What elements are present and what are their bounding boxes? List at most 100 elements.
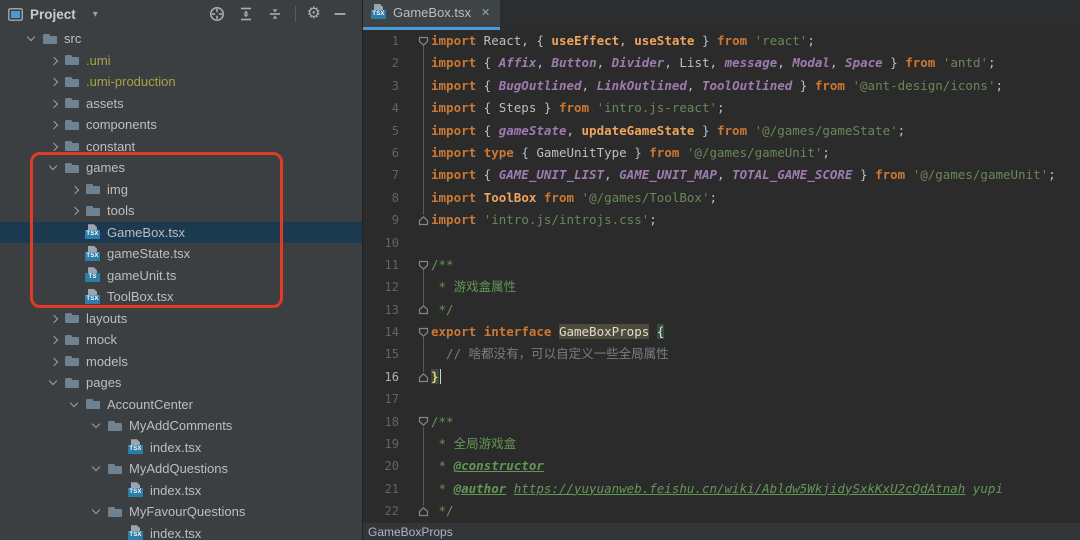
line-number[interactable]: 7 [363, 164, 399, 186]
code-line-18[interactable]: 18 /** [363, 411, 1080, 433]
fold-end-icon[interactable] [418, 372, 429, 383]
tree-row-index-tsx[interactable]: TSX index.tsx [0, 480, 362, 502]
tree-row-accountcenter[interactable]: AccountCenter [0, 394, 362, 416]
chevron-collapsed-icon[interactable] [44, 351, 64, 373]
tree-row-layouts[interactable]: layouts [0, 308, 362, 330]
line-number[interactable]: 1 [363, 30, 399, 52]
code-line-6[interactable]: 6 import type { GameUnitType } from '@/ga… [363, 142, 1080, 164]
chevron-collapsed-icon[interactable] [44, 329, 64, 351]
code-line-2[interactable]: 2 import { Affix, Button, Divider, List, … [363, 52, 1080, 74]
chevron-collapsed-icon[interactable] [44, 50, 64, 72]
tree-row-myaddcomments[interactable]: MyAddComments [0, 415, 362, 437]
line-number[interactable]: 22 [363, 500, 399, 522]
tree-row--umi-production[interactable]: .umi-production [0, 71, 362, 93]
tree-row-index-tsx[interactable]: TSX index.tsx [0, 437, 362, 459]
code-line-19[interactable]: 19 * 全局游戏盒 [363, 433, 1080, 455]
tree-row-myfavourquestions[interactable]: MyFavourQuestions [0, 501, 362, 523]
code-line-5[interactable]: 5 import { gameState, updateGameState } f… [363, 120, 1080, 142]
code-line-1[interactable]: 1 import React, { useEffect, useState } f… [363, 30, 1080, 52]
fold-start-icon[interactable] [418, 327, 429, 338]
close-tab-icon[interactable]: ✕ [481, 6, 490, 19]
tree-row-myaddquestions[interactable]: MyAddQuestions [0, 458, 362, 480]
line-number[interactable]: 10 [363, 232, 399, 254]
locate-file-icon[interactable] [208, 5, 226, 23]
code-line-4[interactable]: 4 import { Steps } from 'intro.js-react'; [363, 97, 1080, 119]
tree-row-src[interactable]: src [0, 28, 362, 50]
tree-row-mock[interactable]: mock [0, 329, 362, 351]
tree-row-gameunit-ts[interactable]: TS gameUnit.ts [0, 265, 362, 287]
line-number[interactable]: 6 [363, 142, 399, 164]
chevron-expanded-icon[interactable] [87, 458, 107, 480]
line-number[interactable]: 12 [363, 276, 399, 298]
line-number[interactable]: 11 [363, 254, 399, 276]
expand-all-icon[interactable] [237, 5, 255, 23]
chevron-collapsed-icon[interactable] [44, 136, 64, 158]
line-number[interactable]: 19 [363, 433, 399, 455]
code-line-13[interactable]: 13 */ [363, 299, 1080, 321]
chevron-collapsed-icon[interactable] [44, 93, 64, 115]
editor-tab-gamebox[interactable]: TSX GameBox.tsx ✕ [363, 0, 501, 30]
code-line-16[interactable]: 16} [363, 366, 1080, 388]
breadcrumb-item[interactable]: GameBoxProps [368, 525, 453, 539]
tree-row-index-tsx[interactable]: TSX index.tsx [0, 523, 362, 540]
code-line-12[interactable]: 12 * 游戏盒属性 [363, 276, 1080, 298]
line-number[interactable]: 13 [363, 299, 399, 321]
tree-row-gamebox-tsx[interactable]: TSX GameBox.tsx [0, 221, 362, 243]
tree-row-toolbox-tsx[interactable]: TSX ToolBox.tsx [0, 286, 362, 308]
fold-end-icon[interactable] [418, 215, 429, 226]
settings-gear-icon[interactable]: ⚙ [307, 6, 321, 22]
chevron-collapsed-icon[interactable] [44, 71, 64, 93]
line-number[interactable]: 20 [363, 455, 399, 477]
chevron-collapsed-icon[interactable] [44, 114, 64, 136]
tree-row-assets[interactable]: assets [0, 93, 362, 115]
code-line-8[interactable]: 8 import ToolBox from '@/games/ToolBox'; [363, 187, 1080, 209]
code-line-7[interactable]: 7 import { GAME_UNIT_LIST, GAME_UNIT_MAP,… [363, 164, 1080, 186]
chevron-expanded-icon[interactable] [87, 501, 107, 523]
tree-row-constant[interactable]: constant [0, 136, 362, 158]
tree-row-tools[interactable]: tools [0, 200, 362, 222]
code-line-20[interactable]: 20 * @constructor [363, 455, 1080, 477]
code-line-10[interactable]: 10 [363, 232, 1080, 254]
fold-start-icon[interactable] [418, 416, 429, 427]
tree-row-img[interactable]: img [0, 179, 362, 201]
code-line-22[interactable]: 22 */ [363, 500, 1080, 522]
code-line-3[interactable]: 3 import { BugOutlined, LinkOutlined, Too… [363, 75, 1080, 97]
tree-row-games[interactable]: games [0, 157, 362, 179]
tree-row--umi[interactable]: .umi [0, 50, 362, 72]
line-number[interactable]: 17 [363, 388, 399, 410]
fold-end-icon[interactable] [418, 304, 429, 315]
hide-panel-icon[interactable] [332, 6, 348, 22]
fold-end-icon[interactable] [418, 506, 429, 517]
chevron-expanded-icon[interactable] [22, 28, 42, 50]
chevron-collapsed-icon[interactable] [65, 200, 85, 222]
line-number[interactable]: 5 [363, 120, 399, 142]
tree-row-models[interactable]: models [0, 351, 362, 373]
line-number[interactable]: 16 [363, 366, 399, 388]
code-line-21[interactable]: 21 * @author https://yuyuanweb.feishu.cn… [363, 478, 1080, 500]
line-number[interactable]: 15 [363, 343, 399, 365]
chevron-expanded-icon[interactable] [87, 415, 107, 437]
line-number[interactable]: 4 [363, 97, 399, 119]
chevron-expanded-icon[interactable] [44, 372, 64, 394]
collapse-all-icon[interactable] [266, 5, 284, 23]
chevron-expanded-icon[interactable] [65, 394, 85, 416]
tree-row-gamestate-tsx[interactable]: TSX gameState.tsx [0, 243, 362, 265]
code-line-17[interactable]: 17 [363, 388, 1080, 410]
fold-start-icon[interactable] [418, 36, 429, 47]
line-number[interactable]: 18 [363, 411, 399, 433]
chevron-expanded-icon[interactable] [44, 157, 64, 179]
chevron-collapsed-icon[interactable] [44, 308, 64, 330]
line-number[interactable]: 3 [363, 75, 399, 97]
code-line-11[interactable]: 11 /** [363, 254, 1080, 276]
chevron-collapsed-icon[interactable] [65, 179, 85, 201]
code-editor[interactable]: 1 import React, { useEffect, useState } f… [363, 30, 1080, 523]
line-number[interactable]: 21 [363, 478, 399, 500]
tree-row-pages[interactable]: pages [0, 372, 362, 394]
code-line-15[interactable]: 15 // 啥都没有，可以自定义一些全局属性 [363, 343, 1080, 365]
line-number[interactable]: 9 [363, 209, 399, 231]
fold-start-icon[interactable] [418, 260, 429, 271]
line-number[interactable]: 8 [363, 187, 399, 209]
code-line-14[interactable]: 14 export interface GameBoxProps { [363, 321, 1080, 343]
tree-row-components[interactable]: components [0, 114, 362, 136]
code-line-9[interactable]: 9 import 'intro.js/introjs.css'; [363, 209, 1080, 231]
